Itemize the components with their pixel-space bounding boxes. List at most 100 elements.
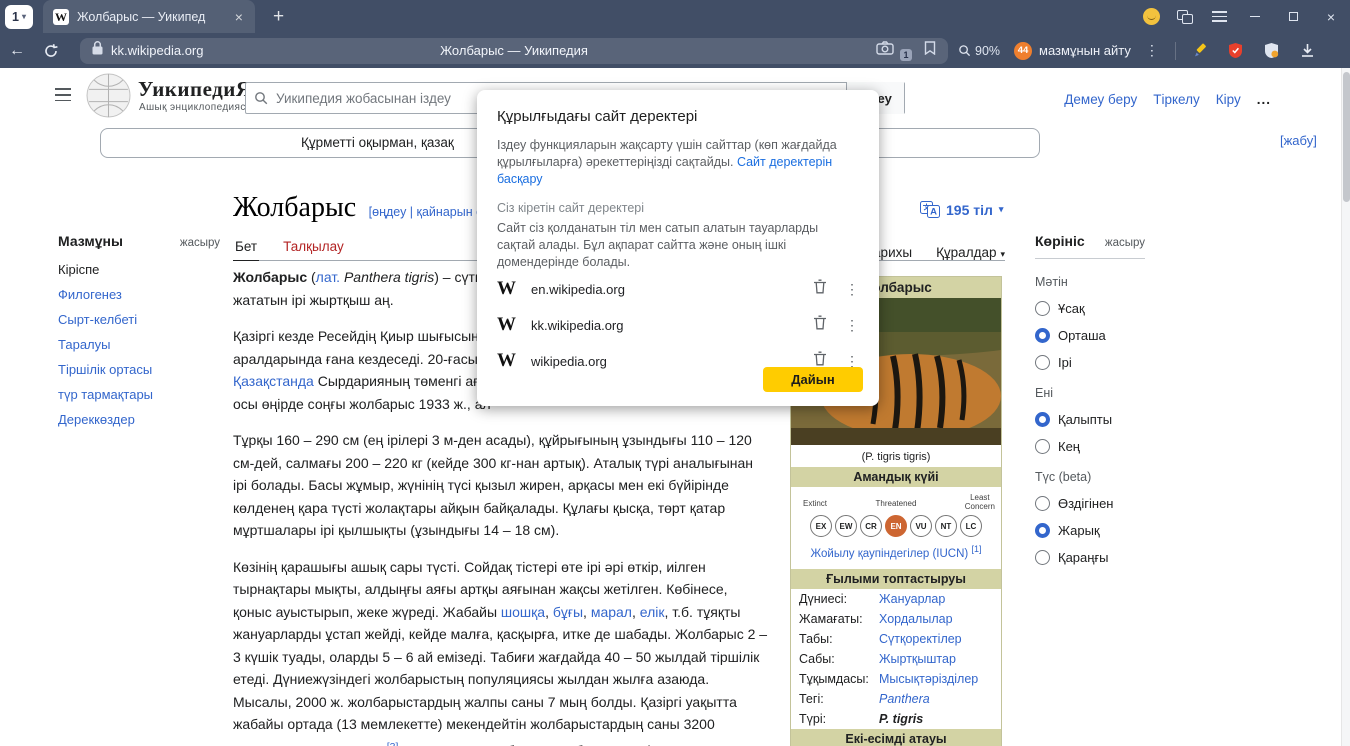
dialog-section-description: Сайт сіз қолданатын тіл мен сатып алатын… [497,220,859,271]
language-selector-button[interactable]: A 195 тіл ▾ [920,201,1003,218]
radio-icon [1035,355,1050,370]
species-name: P. tigris [879,712,923,726]
back-button[interactable]: ← [0,33,34,68]
radio-checked-icon [1035,328,1050,343]
bookmark-icon[interactable] [924,41,936,60]
toc-item-habitat[interactable]: Тіршілік ортасы [58,362,220,377]
zoom-indicator[interactable]: 90% [958,44,1000,58]
toc-item-phylogenesis[interactable]: Филогенез [58,287,220,302]
appearance-hide-button[interactable]: жасыру [1105,237,1145,249]
status-ew: EW [835,515,857,537]
browser-window: 1 ▾ W Жолбарыс — Уикипед × + × ← kk.wiki… [0,0,1350,746]
tab-counter-button[interactable]: 1 ▾ [5,5,33,29]
boar-link[interactable]: шошқа [501,604,545,620]
maximize-button[interactable] [1274,0,1312,33]
radio-width-wide[interactable]: Кең [1035,439,1145,454]
delete-site-data-icon[interactable] [813,279,827,299]
new-tab-button[interactable]: + [267,6,290,28]
reference-3-link[interactable]: [3] [387,741,399,746]
site-domain: en.wikipedia.org [531,282,625,297]
banner-close-link[interactable]: [жабу] [1280,133,1317,148]
url-text[interactable]: kk.wikipedia.org [111,43,204,58]
protect-shield-icon[interactable] [1218,33,1254,68]
order-link[interactable]: Жыртқыштар [879,652,956,666]
lock-icon[interactable] [92,41,103,60]
tab-close-icon[interactable]: × [233,9,245,25]
gift-icon[interactable] [1134,0,1168,33]
tax-label: Жамағаты: [799,612,879,626]
toc-item-intro[interactable]: Кіріспе [58,262,220,277]
conservation-status-graphic: Extinct Threatened LeastConcern EX EW CR… [791,487,1001,569]
donate-link[interactable]: Демеу беру [1064,92,1137,107]
toc-item-subspecies[interactable]: түр тармақтары [58,387,220,402]
tab-page[interactable]: Бет [233,239,259,261]
radio-text-standard[interactable]: Орташа [1035,328,1145,343]
tab-panels-icon[interactable] [1168,0,1202,33]
site-options-icon[interactable]: ⋮ [845,281,859,298]
browser-tab[interactable]: W Жолбарыс — Уикипед × [43,0,255,33]
lat-link[interactable]: лат. [316,269,340,285]
tax-label: Түрі: [799,712,879,726]
tax-label: Тегі: [799,692,879,706]
register-link[interactable]: Тіркелу [1153,92,1200,107]
edit-pencil-icon[interactable] [1182,33,1218,68]
radio-color-light[interactable]: Жарық [1035,523,1145,538]
radio-text-large[interactable]: Ірі [1035,355,1145,370]
login-link[interactable]: Кіру [1216,92,1241,107]
tools-dropdown[interactable]: Құралдар▾ [936,245,1005,260]
phylum-link[interactable]: Хордалылар [879,612,953,626]
tax-label: Табы: [799,632,879,646]
wikipedia-logo[interactable] [86,73,131,123]
kazakhstan-link[interactable]: Қазақстанда [233,373,314,389]
deer-link[interactable]: бұғы [553,604,583,620]
window-close-button[interactable]: × [1312,0,1350,33]
maral-link[interactable]: марал [591,604,632,620]
toc-heading: Мазмұны [58,233,123,249]
toc-item-appearance[interactable]: Сырт-келбеті [58,312,220,327]
status-vu: VU [910,515,932,537]
toc-item-references[interactable]: Дереккөздер [58,412,220,427]
security-shield-icon[interactable] [1254,33,1290,68]
site-row-kk: W kk.wikipedia.org ⋮ [497,307,859,343]
camera-icon[interactable] [876,41,894,60]
more-options-button[interactable]: ... [1257,92,1271,107]
toolbar-menu-icon[interactable]: ⋮ [1135,42,1169,59]
minimize-button[interactable] [1236,0,1274,33]
radio-color-auto[interactable]: Өздігінен [1035,496,1145,511]
genus-link[interactable]: Panthera [879,692,930,706]
appearance-panel: Көрініс жасыру Мәтін Ұсақ Орташа Ірі Ені… [1035,233,1145,565]
class-link[interactable]: Сүтқоректілер [879,632,962,646]
tab-talk[interactable]: Талқылау [281,239,346,260]
download-icon[interactable] [1290,33,1326,68]
family-link[interactable]: Мысықтәрізділер [879,672,978,686]
width-label: Ені [1035,386,1145,400]
address-bar[interactable]: kk.wikipedia.org Жолбарыс — Уикипедия 1 [80,38,948,64]
roe-deer-link[interactable]: елік [640,604,665,620]
toc-item-distribution[interactable]: Таралуы [58,337,220,352]
reload-button[interactable] [34,33,68,68]
iucn-link[interactable]: Жойылу қаупіндегілер (IUCN) [811,548,969,560]
delete-site-data-icon[interactable] [813,315,827,335]
radio-width-standard[interactable]: Қалыпты [1035,412,1145,427]
status-lc: LC [960,515,982,537]
page-scrollbar[interactable] [1341,68,1350,746]
done-button[interactable]: Дайын [763,367,863,392]
site-options-icon[interactable]: ⋮ [845,317,859,334]
tax-label: Сабы: [799,652,879,666]
search-icon [254,91,268,105]
radio-color-dark[interactable]: Қараңғы [1035,550,1145,565]
reference-1-link[interactable]: [1] [971,544,981,554]
read-aloud-button[interactable]: 44 мазмұнын айту [1014,42,1131,60]
menu-icon[interactable] [1202,0,1236,33]
table-of-contents: Мазмұны жасыру Кіріспе Филогенез Сырт-ке… [58,233,220,437]
scrollbar-thumb[interactable] [1343,72,1350,202]
paragraph-description: Тұрқы 160 – 290 см (ең ірілері 3 м-ден а… [233,429,768,542]
radio-text-small[interactable]: Ұсақ [1035,301,1145,316]
wikipedia-favicon-icon: W [53,9,69,25]
status-header: Амандық күйі [791,467,1001,487]
main-menu-icon[interactable] [55,88,71,101]
radio-icon [1035,439,1050,454]
wikipedia-wordmark[interactable]: УикипедиЯ [138,77,252,102]
kingdom-link[interactable]: Жануарлар [879,592,945,606]
toc-hide-button[interactable]: жасыру [180,237,220,249]
